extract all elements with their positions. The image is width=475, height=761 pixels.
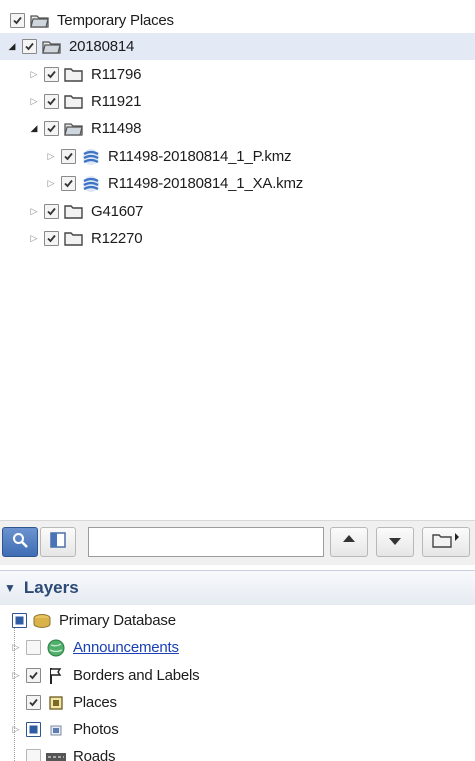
places-item-label: Temporary Places (57, 12, 174, 29)
checkbox-partial[interactable] (26, 722, 41, 737)
places-item-r12270[interactable]: ▷ R12270 (0, 225, 475, 252)
layer-item-roads[interactable]: ▷ Roads (0, 743, 475, 761)
photo-icon (45, 722, 67, 738)
checkbox[interactable] (44, 121, 59, 136)
roads-icon (45, 749, 67, 761)
folder-icon (63, 67, 85, 83)
layer-item-borders-and-labels[interactable]: ▷ Borders and Labels (0, 662, 475, 689)
layers-panel: ▶ Primary Database ▷ Announcements ▷ Bor… (0, 605, 475, 761)
places-item-kmz-p[interactable]: ▷ R11498-20180814_1_P.kmz (0, 143, 475, 170)
places-item-label: R11498 (91, 120, 142, 137)
checkbox[interactable] (44, 231, 59, 246)
flag-icon (45, 667, 67, 684)
search-tab-button[interactable] (2, 527, 38, 557)
places-item-label: G41607 (91, 203, 144, 220)
checkbox[interactable] (44, 204, 59, 219)
move-down-button[interactable] (376, 527, 414, 557)
checkbox[interactable] (61, 176, 76, 191)
move-up-button[interactable] (330, 527, 368, 557)
expand-arrow-icon[interactable]: ▷ (28, 232, 40, 246)
places-item-label: R11498-20180814_1_XA.kmz (108, 175, 304, 192)
checkbox-partial[interactable] (12, 613, 27, 628)
places-item-temporary-places[interactable]: ▶ Temporary Places (0, 7, 475, 34)
expand-arrow-icon[interactable]: ▷ (28, 205, 40, 219)
places-item-r11796[interactable]: ▷ R11796 (0, 61, 475, 88)
places-item-label: R11921 (91, 93, 142, 110)
places-item-g41607[interactable]: ▷ G41607 (0, 198, 475, 225)
layer-item-places[interactable]: ▷ Places (0, 689, 475, 716)
places-item-r11498[interactable]: ◢ R11498 (0, 115, 475, 142)
collapse-arrow-icon[interactable]: ◢ (6, 40, 18, 54)
kmz-network-icon (80, 175, 102, 192)
checkbox[interactable] (61, 149, 76, 164)
expand-arrow-icon[interactable]: ▷ (28, 95, 40, 109)
checkbox[interactable] (26, 640, 41, 655)
checkbox[interactable] (44, 67, 59, 82)
layers-title: Layers (23, 578, 79, 597)
layers-header[interactable]: ▼ Layers (0, 570, 475, 606)
layer-item-photos[interactable]: ▷ Photos (0, 716, 475, 743)
kmz-network-icon (80, 148, 102, 165)
places-item-r11921[interactable]: ▷ R11921 (0, 88, 475, 115)
layer-item-label-link[interactable]: Announcements (73, 639, 179, 656)
new-folder-button[interactable] (422, 527, 470, 557)
layer-item-announcements[interactable]: ▷ Announcements (0, 634, 475, 661)
checkbox[interactable] (26, 668, 41, 683)
move-up-icon (342, 533, 356, 551)
checkbox[interactable] (26, 749, 41, 761)
places-item-label: R12270 (91, 230, 143, 247)
layer-item-label: Primary Database (59, 612, 176, 629)
places-panel: ▶ Temporary Places ◢ 20180814 ▷ R11796 ▷… (0, 0, 475, 515)
search-toolbar (0, 520, 475, 565)
collapse-arrow-icon[interactable]: ▼ (4, 581, 16, 595)
layer-item-label: Roads (73, 748, 116, 761)
places-item-label: R11796 (91, 66, 142, 83)
new-folder-icon (431, 531, 461, 553)
expand-arrow-icon[interactable]: ▷ (45, 150, 57, 164)
places-item-20180814[interactable]: ◢ 20180814 (0, 33, 475, 60)
expand-arrow-icon[interactable]: ▷ (10, 641, 22, 655)
search-tab-icon (11, 531, 29, 553)
search-input[interactable] (88, 527, 324, 557)
places-icon (45, 695, 67, 711)
folder-open-icon (63, 121, 85, 137)
globe-icon (45, 639, 67, 656)
layer-item-label: Borders and Labels (73, 667, 200, 684)
folder-open-icon (29, 13, 51, 29)
checkbox[interactable] (22, 39, 37, 54)
expand-arrow-icon[interactable]: ▷ (10, 723, 22, 737)
expand-arrow-icon[interactable]: ▷ (45, 177, 57, 191)
places-item-label: 20180814 (69, 38, 135, 55)
expand-arrow-icon[interactable]: ▷ (28, 68, 40, 82)
folder-icon (63, 231, 85, 247)
expand-arrow-icon[interactable]: ▷ (10, 669, 22, 683)
folder-icon (63, 94, 85, 110)
checkbox[interactable] (26, 695, 41, 710)
places-item-kmz-xa[interactable]: ▷ R11498-20180814_1_XA.kmz (0, 170, 475, 197)
layer-item-label: Places (73, 694, 117, 711)
layer-item-label: Photos (73, 721, 119, 738)
checkbox[interactable] (44, 94, 59, 109)
checkbox[interactable] (10, 13, 25, 28)
folder-icon (63, 204, 85, 220)
collapse-arrow-icon[interactable]: ◢ (28, 122, 40, 136)
database-icon (31, 613, 53, 629)
layer-item-primary-database[interactable]: ▶ Primary Database (0, 607, 475, 634)
panel-toggle-button[interactable] (40, 527, 76, 557)
panel-toggle-icon (49, 531, 67, 553)
move-down-icon (388, 533, 402, 551)
folder-open-icon (41, 39, 63, 55)
places-item-label: R11498-20180814_1_P.kmz (108, 148, 292, 165)
